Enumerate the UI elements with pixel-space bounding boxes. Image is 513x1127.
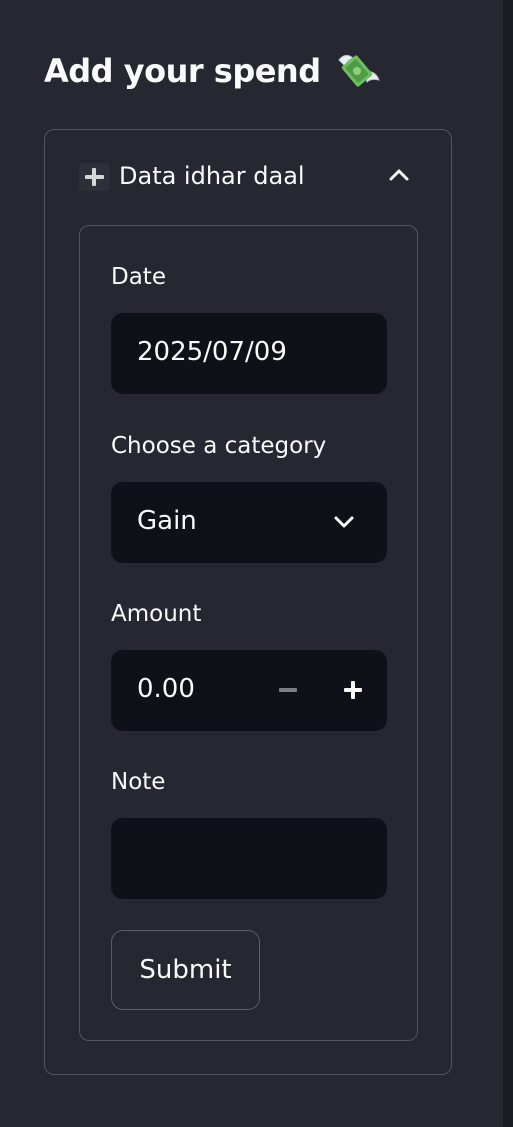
spend-form: Date 2025/07/09 Choose a category Gain A… [79,225,418,1041]
decrement-icon[interactable] [279,688,297,692]
expander-label: Data idhar daal [119,162,305,190]
date-input[interactable]: 2025/07/09 [111,313,387,394]
money-with-wings-icon [338,54,381,87]
sidebar-title: Add your spend [44,50,381,90]
date-value: 2025/07/09 [137,337,287,367]
amount-label: Amount [111,601,202,627]
note-input[interactable] [111,818,387,899]
scrollbar-track[interactable] [503,0,513,1127]
amount-number-input[interactable]: 0.00 [111,650,387,731]
sidebar: Add your spend Data idhar daal Date 2025… [0,0,503,1127]
expander-header[interactable]: Data idhar daal [45,130,451,222]
category-select[interactable]: Gain [111,482,387,563]
amount-value: 0.00 [137,674,195,704]
submit-button[interactable]: Submit [111,930,260,1010]
note-label: Note [111,769,166,795]
increment-icon[interactable] [344,681,362,699]
date-label: Date [111,264,166,290]
plus-icon [79,163,110,191]
data-entry-expander: Data idhar daal Date 2025/07/09 Choose a… [44,129,452,1075]
category-label: Choose a category [111,433,327,459]
chevron-down-icon[interactable] [333,514,355,530]
sidebar-title-text: Add your spend [44,52,321,90]
chevron-up-icon[interactable] [388,166,410,182]
category-selected-value: Gain [137,506,197,536]
